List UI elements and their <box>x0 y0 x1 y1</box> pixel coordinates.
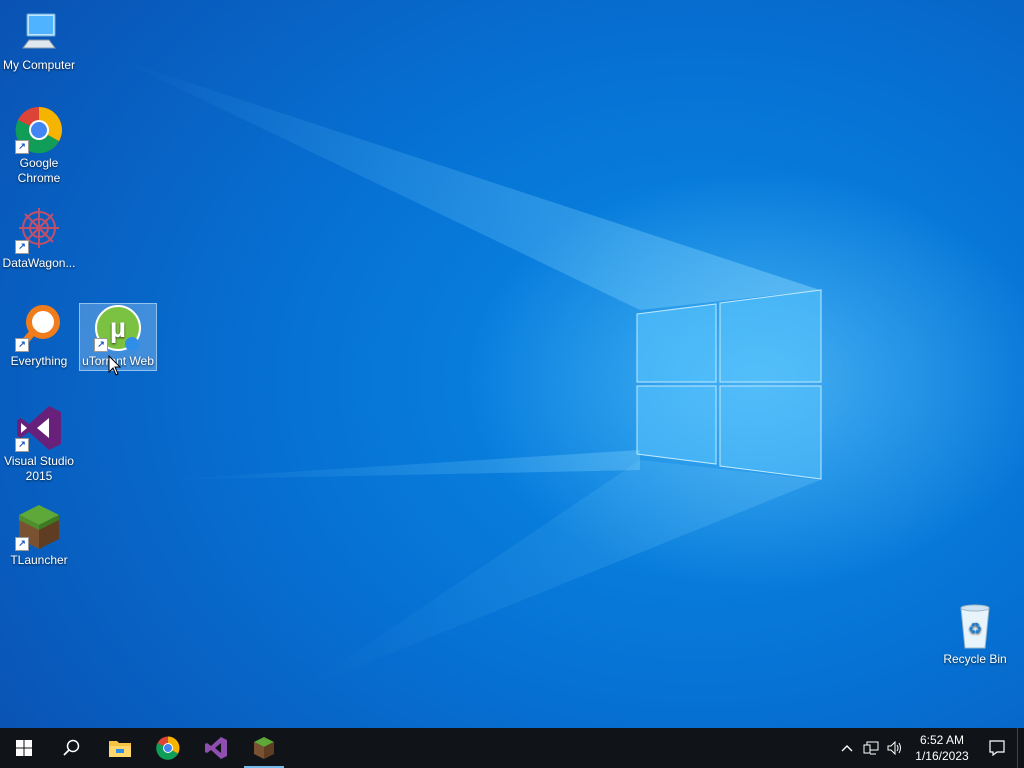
show-hidden-icons-chevron[interactable] <box>835 728 859 768</box>
start-button[interactable] <box>0 728 48 768</box>
volume-icon[interactable] <box>883 728 907 768</box>
shortcut-arrow-icon: ↗ <box>15 240 29 254</box>
start-icon <box>16 740 32 756</box>
taskbar-tlauncher[interactable] <box>240 728 288 768</box>
taskbar-file-explorer[interactable] <box>96 728 144 768</box>
file-explorer-icon <box>109 741 131 757</box>
taskbar-clock[interactable]: 6:52 AM 1/16/2023 <box>907 732 977 764</box>
desktop-icon-tlauncher[interactable]: ↗ TLauncher <box>1 503 77 568</box>
shortcut-arrow-icon: ↗ <box>15 338 29 352</box>
shortcut-arrow-icon: ↗ <box>94 338 108 352</box>
clock-date: 1/16/2023 <box>915 749 969 763</box>
svg-text:µ: µ <box>110 312 126 343</box>
visual-studio-icon <box>205 737 227 759</box>
icon-label: DataWagon... <box>2 256 76 270</box>
desktop-icon-my-computer[interactable]: My Computer <box>1 8 77 73</box>
icon-label: TLauncher <box>10 553 68 567</box>
chrome-icon <box>156 736 180 760</box>
desktop-icon-visual-studio-2015[interactable]: ↗ Visual Studio 2015 <box>1 404 77 484</box>
visual-studio-icon: ↗ <box>15 404 63 452</box>
recycle-bin-icon: ♻ <box>951 602 999 650</box>
icon-label: Visual Studio 2015 <box>4 454 74 483</box>
icon-label: My Computer <box>2 58 76 72</box>
system-tray: 6:52 AM 1/16/2023 <box>835 728 1024 768</box>
icon-label: Everything <box>10 354 68 368</box>
taskbar-chrome[interactable] <box>144 728 192 768</box>
icon-label: Recycle Bin <box>943 652 1007 666</box>
desktop-icon-datawagon[interactable]: ↗ DataWagon... <box>1 206 77 271</box>
minecraft-grass-block-icon: ↗ <box>15 503 63 551</box>
shortcut-arrow-icon: ↗ <box>15 140 29 154</box>
search-button[interactable] <box>48 728 96 768</box>
chrome-icon: ↗ <box>15 106 63 154</box>
shortcut-arrow-icon: ↗ <box>15 537 29 551</box>
desktop-icon-recycle-bin[interactable]: ♻ Recycle Bin <box>937 602 1013 667</box>
desktop-icon-everything[interactable]: ↗ Everything <box>1 304 77 369</box>
everything-search-icon: ↗ <box>15 304 63 352</box>
taskbar-visual-studio[interactable] <box>192 728 240 768</box>
utorrent-icon: µ ↗ <box>94 304 142 352</box>
desktop-icon-google-chrome[interactable]: ↗ Google Chrome <box>1 106 77 186</box>
tlauncher-icon <box>254 737 274 759</box>
computer-icon <box>15 8 63 56</box>
show-desktop-button[interactable] <box>1017 728 1024 768</box>
action-center-icon[interactable] <box>977 728 1017 768</box>
icon-label: Google Chrome <box>17 156 61 185</box>
search-icon <box>63 739 80 756</box>
datawagon-icon: ↗ <box>15 206 63 254</box>
mouse-cursor-icon <box>108 355 122 376</box>
taskbar: 6:52 AM 1/16/2023 <box>0 728 1024 768</box>
windows-logo-wallpaper <box>636 289 822 480</box>
network-icon[interactable] <box>859 728 883 768</box>
svg-text:♻: ♻ <box>968 619 982 638</box>
shortcut-arrow-icon: ↗ <box>15 438 29 452</box>
clock-time: 6:52 AM <box>919 733 965 747</box>
